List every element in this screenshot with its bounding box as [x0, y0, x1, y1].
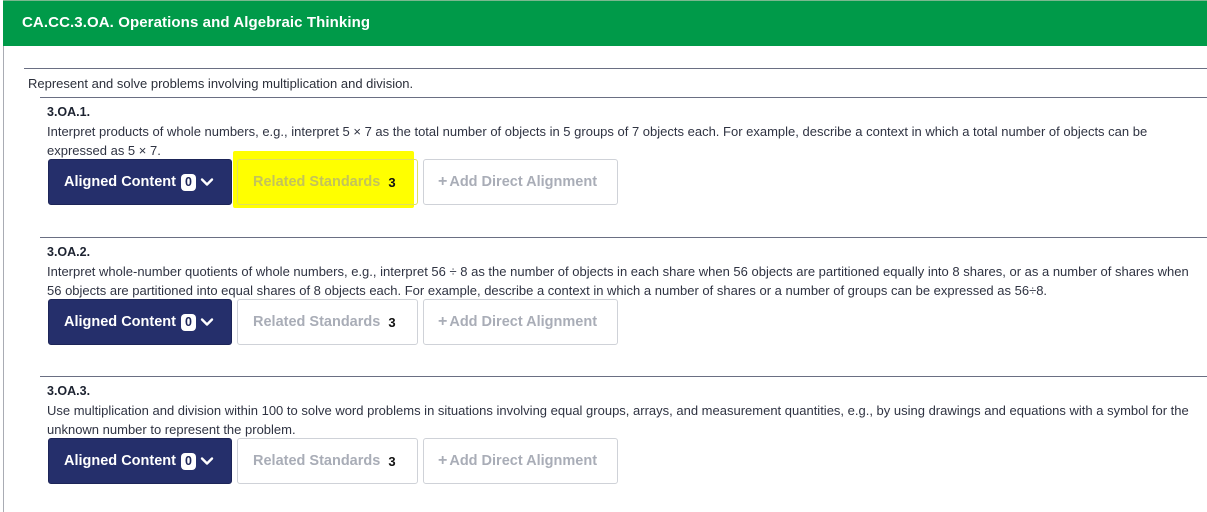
related-standards-label: Related Standards: [253, 453, 381, 469]
add-direct-alignment-button[interactable]: + Add Direct Alignment: [423, 438, 618, 484]
aligned-count-badge: 0: [180, 313, 196, 331]
add-direct-alignment-label: Add Direct Alignment: [449, 314, 598, 330]
divider: [40, 97, 1207, 98]
add-direct-alignment-label: Add Direct Alignment: [449, 453, 598, 469]
domain-header[interactable]: CA.CC.3.OA. Operations and Algebraic Thi…: [3, 0, 1207, 46]
domain-description: Represent and solve problems involving m…: [28, 76, 414, 91]
chevron-down-icon: [200, 178, 214, 186]
plus-icon: +: [438, 452, 448, 469]
add-direct-alignment-label: Add Direct Alignment: [449, 174, 598, 190]
divider: [40, 376, 1207, 377]
standard-item: 3.OA.2. Interpret whole-number quotients…: [47, 245, 1197, 300]
standard-code: 3.OA.2.: [47, 245, 91, 259]
aligned-count-badge: 0: [180, 452, 196, 470]
standard-code: 3.OA.3.: [47, 384, 91, 398]
related-count: 3: [388, 174, 396, 190]
standard-description: Use multiplication and division within 1…: [47, 403, 1189, 437]
domain-title: CA.CC.3.OA. Operations and Algebraic Thi…: [22, 14, 371, 31]
standard-item: 3.OA.3. Use multiplication and division …: [47, 384, 1197, 439]
plus-icon: +: [438, 313, 448, 330]
aligned-content-button[interactable]: Aligned Content 0: [48, 438, 232, 484]
divider: [40, 237, 1207, 238]
standard-code: 3.OA.1.: [47, 105, 91, 119]
chevron-down-icon: [200, 318, 214, 326]
related-standards-label: Related Standards: [253, 314, 381, 330]
add-direct-alignment-button[interactable]: + Add Direct Alignment: [423, 159, 618, 205]
aligned-content-button[interactable]: Aligned Content 0: [48, 159, 232, 205]
plus-icon: +: [438, 173, 448, 190]
related-count: 3: [388, 453, 396, 469]
aligned-content-label: Aligned Content: [64, 314, 176, 330]
aligned-content-button[interactable]: Aligned Content 0: [48, 299, 232, 345]
standard-description: Interpret whole-number quotients of whol…: [47, 264, 1189, 298]
divider: [24, 68, 1207, 69]
aligned-content-label: Aligned Content: [64, 453, 176, 469]
related-standards-button[interactable]: Related Standards 3: [237, 159, 418, 205]
related-standards-label: Related Standards: [253, 174, 381, 190]
related-standards-button[interactable]: Related Standards 3: [237, 438, 418, 484]
add-direct-alignment-button[interactable]: + Add Direct Alignment: [423, 299, 618, 345]
chevron-down-icon: [200, 457, 214, 465]
related-count: 3: [388, 314, 396, 330]
aligned-content-label: Aligned Content: [64, 174, 176, 190]
standard-item: 3.OA.1. Interpret products of whole numb…: [47, 105, 1197, 160]
standard-description: Interpret products of whole numbers, e.g…: [47, 124, 1148, 158]
related-standards-button[interactable]: Related Standards 3: [237, 299, 418, 345]
aligned-count-badge: 0: [180, 173, 196, 191]
